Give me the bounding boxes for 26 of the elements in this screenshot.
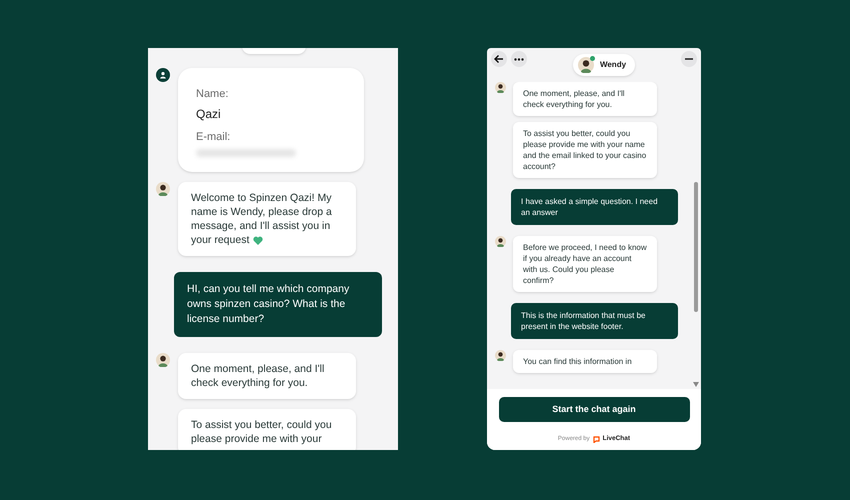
- avatar-icon: [578, 57, 594, 73]
- field-label: E-mail:: [196, 130, 232, 144]
- agent-message: You can find this information in: [513, 350, 657, 373]
- minimize-icon: [684, 58, 693, 60]
- more-icon: [514, 58, 524, 60]
- user-message: This is the information that must be present in the website footer.: [511, 303, 678, 339]
- chat-logo-icon: [592, 436, 600, 442]
- scroll-down-icon[interactable]: [693, 382, 699, 387]
- more-button[interactable]: [511, 51, 527, 67]
- back-button[interactable]: [491, 51, 507, 67]
- user-icon: [156, 68, 170, 82]
- minimize-button[interactable]: [680, 51, 697, 67]
- agent-name: Wendy: [600, 59, 628, 71]
- agent-message: Before we proceed, I need to know if you already have an account with us. Could you please confirm?: [513, 236, 657, 292]
- agent-message: To assist you better, could you please provide me with your name and the email linked to your casino account?: [513, 122, 657, 178]
- start-chat-again-button[interactable]: Start the chat again: [498, 397, 690, 422]
- back-arrow-icon: [494, 54, 504, 64]
- user-message: I have asked a simple question. I need an answer: [511, 189, 678, 225]
- agent-message: One moment, please, and I'll check everything for you.: [178, 353, 356, 399]
- agent-message: To assist you better, could you please provide me with your: [178, 409, 356, 450]
- user-message: HI, can you tell me which company owns spinzen casino? What is the license number?: [174, 272, 382, 337]
- agent-message: Welcome to Spinzen Qazi! My name is Wendy, please drop a message, and I'll assist you in your request: [178, 182, 356, 256]
- agent-message: One moment, please, and I'll check everything for you.: [513, 82, 657, 116]
- scrollbar[interactable]: [694, 182, 698, 312]
- field-label: Name:: [196, 87, 230, 102]
- field-value: Qazi: [196, 106, 222, 122]
